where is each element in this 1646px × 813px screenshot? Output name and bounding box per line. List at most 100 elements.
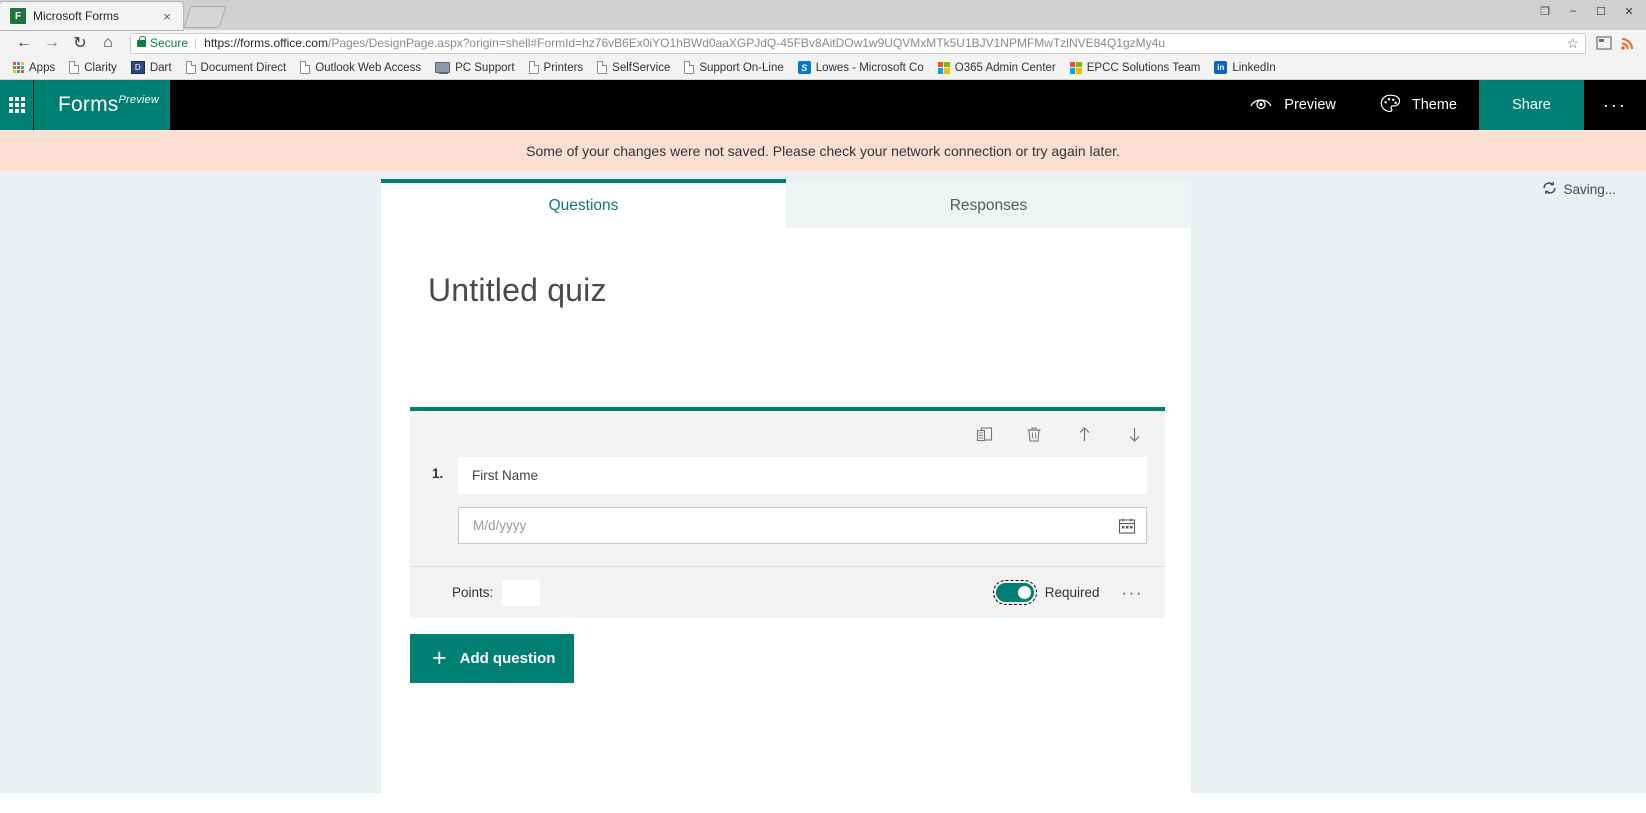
preview-button[interactable]: Preview: [1228, 80, 1358, 130]
brand-logo[interactable]: Forms Preview: [33, 80, 170, 130]
url-text: https://forms.office.com/Pages/DesignPag…: [204, 36, 1560, 50]
error-banner: Some of your changes were not saved. Ple…: [0, 130, 1646, 171]
eye-icon: [1250, 95, 1272, 115]
bookmark-label: PC Support: [455, 61, 515, 74]
close-window-icon[interactable]: ✕: [1616, 1, 1642, 21]
bookmark-outlook-web-access[interactable]: Outlook Web Access: [293, 57, 428, 79]
form-canvas: Saving... Questions Responses Untitled q…: [0, 171, 1646, 793]
document-icon: [300, 61, 311, 74]
reload-icon[interactable]: ↻: [66, 31, 94, 55]
points-input[interactable]: [502, 579, 541, 606]
add-question-button[interactable]: + Add question: [410, 634, 574, 683]
question-date-row: M/d/yyyy: [410, 494, 1165, 544]
dart-icon: D: [130, 61, 145, 74]
home-icon[interactable]: ⌂: [94, 31, 122, 55]
palette-icon: [1380, 94, 1400, 117]
pc-support-icon: [435, 62, 451, 74]
bookmark-label: Apps: [29, 61, 56, 74]
bookmark-label: Dart: [149, 61, 172, 74]
browser-tab-title: Microsoft Forms: [33, 9, 120, 23]
duplicate-icon[interactable]: [973, 423, 995, 445]
document-icon: [684, 61, 695, 74]
date-placeholder: M/d/yyyy: [473, 518, 527, 533]
linkedin-icon: in: [1214, 61, 1228, 74]
delete-icon[interactable]: [1023, 423, 1045, 445]
rss-icon[interactable]: [1620, 35, 1636, 51]
date-input[interactable]: M/d/yyyy: [458, 507, 1147, 544]
bookmark-linkedin[interactable]: in LinkedIn: [1207, 57, 1282, 79]
bookmark-o365-admin-center[interactable]: O365 Admin Center: [931, 57, 1063, 79]
points-label: Points:: [452, 585, 494, 600]
address-bar[interactable]: Secure | https://forms.office.com/Pages/…: [130, 32, 1586, 54]
forward-icon[interactable]: →: [38, 31, 66, 55]
extensions-area: [1592, 35, 1636, 51]
restore-down-icon[interactable]: ❐: [1532, 1, 1558, 21]
move-up-icon[interactable]: [1073, 423, 1095, 445]
back-icon[interactable]: ←: [10, 31, 38, 55]
question-title-input[interactable]: First Name: [458, 457, 1147, 494]
extension-icon[interactable]: [1596, 35, 1612, 51]
toggle-knob: [1017, 586, 1031, 599]
bookmark-apps[interactable]: Apps: [6, 57, 62, 79]
quiz-title[interactable]: Untitled quiz: [381, 228, 1191, 309]
move-down-icon[interactable]: [1123, 423, 1145, 445]
bookmark-lowes-microsoft[interactable]: S Lowes - Microsoft Co: [791, 57, 931, 79]
bookmark-label: Outlook Web Access: [315, 61, 422, 74]
forms-favicon-icon: F: [10, 8, 26, 24]
question-number: 1.: [432, 466, 444, 481]
lock-icon: [137, 35, 146, 47]
browser-tab[interactable]: F Microsoft Forms ×: [0, 2, 183, 30]
plus-icon: +: [432, 644, 447, 672]
share-button[interactable]: Share: [1479, 80, 1584, 130]
bookmark-printers[interactable]: Printers: [522, 57, 591, 79]
bookmark-dart[interactable]: D Dart: [124, 57, 179, 79]
form-tabs: Questions Responses: [381, 179, 1191, 228]
brand-name: Forms: [58, 93, 119, 116]
calendar-icon[interactable]: [1118, 517, 1136, 535]
sharepoint-icon: S: [797, 61, 811, 74]
bookmark-star-icon[interactable]: ☆: [1566, 35, 1579, 52]
bookmark-label: Lowes - Microsoft Co: [815, 61, 924, 74]
bookmark-label: Support On-Line: [699, 61, 784, 74]
bookmark-label: Clarity: [84, 61, 117, 74]
bookmark-document-direct[interactable]: Document Direct: [179, 57, 294, 79]
required-label: Required: [1044, 585, 1100, 600]
question-footer: Points: Required ···: [410, 566, 1165, 618]
app-launcher-icon[interactable]: [0, 80, 33, 130]
document-icon: [69, 61, 80, 74]
microsoft-icon: [937, 61, 950, 74]
bookmark-label: O365 Admin Center: [954, 61, 1056, 74]
header-more-options-button[interactable]: ···: [1584, 80, 1646, 130]
bookmark-label: LinkedIn: [1232, 61, 1276, 74]
header-spacer: [170, 80, 1228, 130]
preview-label: Preview: [1284, 97, 1336, 113]
bookmark-clarity[interactable]: Clarity: [62, 57, 124, 79]
apps-grid-icon: [13, 62, 24, 73]
brand-preview-tag: Preview: [118, 94, 160, 106]
question-title-row: 1. First Name: [410, 457, 1165, 494]
navigation-bar: ← → ↻ ⌂ Secure | https://forms.office.co…: [0, 30, 1646, 56]
window-controls: ❐ – ☐ ✕: [1532, 0, 1646, 22]
tab-responses[interactable]: Responses: [786, 179, 1191, 228]
new-tab-button[interactable]: [183, 6, 227, 28]
theme-button[interactable]: Theme: [1358, 80, 1479, 130]
tab-questions[interactable]: Questions: [381, 179, 786, 228]
secure-label: Secure: [150, 36, 189, 50]
bookmark-pc-support[interactable]: PC Support: [428, 57, 521, 79]
question-card: 1. First Name M/d/yyyy Points: Required …: [410, 407, 1165, 618]
maximize-icon[interactable]: ☐: [1588, 1, 1614, 21]
bookmark-support-on-line[interactable]: Support On-Line: [677, 57, 790, 79]
bookmark-selfservice[interactable]: SelfService: [590, 57, 677, 79]
bookmark-label: Document Direct: [200, 61, 287, 74]
required-toggle[interactable]: [992, 580, 1037, 605]
required-toggle-group: Required: [992, 580, 1100, 605]
minimize-icon[interactable]: –: [1560, 1, 1586, 21]
close-tab-icon[interactable]: ×: [159, 8, 175, 24]
question-more-options-button[interactable]: ···: [1118, 583, 1147, 603]
document-icon: [185, 61, 196, 74]
omnibox-divider: |: [194, 36, 198, 50]
bookmark-label: SelfService: [612, 61, 671, 74]
document-icon: [597, 61, 608, 74]
app-header: Forms Preview Preview Theme Share ···: [0, 80, 1646, 130]
bookmark-epcc-solutions-team[interactable]: EPCC Solutions Team: [1063, 57, 1208, 79]
